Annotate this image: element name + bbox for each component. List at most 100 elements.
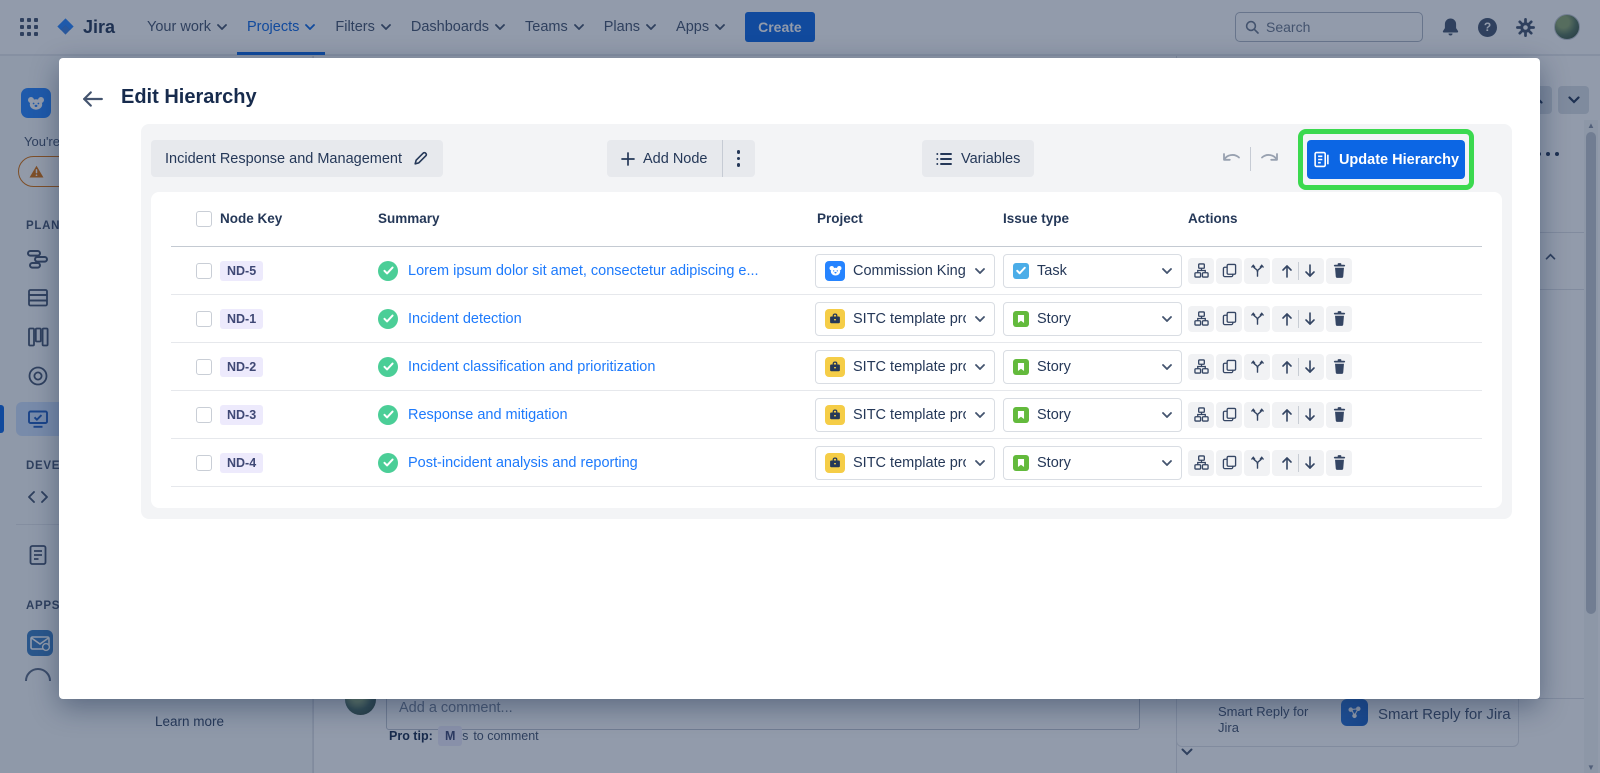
table-body: ND-5 Lorem ipsum dolor sit amet, consect… <box>151 247 1502 487</box>
issue-type-select-value: Story <box>1037 359 1071 375</box>
chevron-down-icon <box>1162 364 1172 370</box>
chevron-down-icon <box>1162 316 1172 322</box>
issue-type-select[interactable]: Story <box>1003 398 1182 432</box>
undo-redo-group <box>1213 140 1288 177</box>
duplicate-node-button[interactable] <box>1216 354 1242 380</box>
summary-link[interactable]: Lorem ipsum dolor sit amet, consectetur … <box>408 263 759 279</box>
delete-node-button[interactable] <box>1326 354 1352 380</box>
edit-hierarchy-modal: Edit Hierarchy Incident Response and Man… <box>59 58 1540 699</box>
issue-type-select-value: Story <box>1037 311 1071 327</box>
summary-link[interactable]: Post-incident analysis and reporting <box>408 455 638 471</box>
split-node-button[interactable] <box>1244 258 1270 284</box>
move-node-buttons[interactable] <box>1272 306 1324 332</box>
redo-button[interactable] <box>1251 150 1288 168</box>
row-actions <box>1188 402 1352 428</box>
back-button[interactable] <box>81 88 105 112</box>
hierarchy-name-chip[interactable]: Incident Response and Management <box>151 140 443 177</box>
row-actions <box>1188 354 1352 380</box>
col-project: Project <box>817 211 863 226</box>
update-hierarchy-button[interactable]: Update Hierarchy <box>1307 140 1465 179</box>
copy-icon <box>1222 455 1237 470</box>
chevron-down-icon <box>1162 412 1172 418</box>
arrow-down-icon[interactable] <box>1303 456 1317 470</box>
split-node-button[interactable] <box>1244 354 1270 380</box>
arrow-up-icon[interactable] <box>1280 360 1294 374</box>
arrow-down-icon[interactable] <box>1303 408 1317 422</box>
status-done-icon <box>378 261 398 281</box>
split-node-button[interactable] <box>1244 450 1270 476</box>
delete-node-button[interactable] <box>1326 258 1352 284</box>
arrow-down-icon[interactable] <box>1303 264 1317 278</box>
project-select[interactable]: SITC template proje <box>815 302 995 336</box>
move-node-buttons[interactable] <box>1272 258 1324 284</box>
duplicate-node-button[interactable] <box>1216 306 1242 332</box>
chevron-down-icon <box>975 460 985 466</box>
add-child-node-button[interactable] <box>1188 450 1214 476</box>
issue-type-select[interactable]: Story <box>1003 446 1182 480</box>
duplicate-node-button[interactable] <box>1216 450 1242 476</box>
arrow-down-icon[interactable] <box>1303 360 1317 374</box>
trash-icon <box>1333 407 1346 422</box>
split-node-button[interactable] <box>1244 402 1270 428</box>
action-divider <box>1298 454 1299 472</box>
table-row: ND-3 Response and mitigation SITC templa… <box>171 391 1482 439</box>
row-checkbox[interactable] <box>196 359 212 375</box>
chevron-down-icon <box>975 268 985 274</box>
add-child-node-button[interactable] <box>1188 402 1214 428</box>
summary-link[interactable]: Incident detection <box>408 311 522 327</box>
add-child-node-button[interactable] <box>1188 258 1214 284</box>
project-avatar <box>825 261 845 281</box>
arrow-up-icon[interactable] <box>1280 264 1294 278</box>
duplicate-node-button[interactable] <box>1216 402 1242 428</box>
move-node-buttons[interactable] <box>1272 450 1324 476</box>
delete-node-button[interactable] <box>1326 450 1352 476</box>
issue-type-select[interactable]: Story <box>1003 350 1182 384</box>
move-node-buttons[interactable] <box>1272 402 1324 428</box>
col-issue-type: Issue type <box>1003 211 1069 226</box>
issue-type-icon <box>1013 263 1029 279</box>
project-select-value: SITC template proje <box>853 311 966 327</box>
project-select-value: Commission Kings <box>853 263 966 279</box>
move-node-buttons[interactable] <box>1272 354 1324 380</box>
issue-type-icon <box>1013 311 1029 327</box>
split-node-button[interactable] <box>1244 306 1270 332</box>
col-actions: Actions <box>1188 211 1238 226</box>
variables-button[interactable]: Variables <box>922 140 1034 177</box>
row-checkbox[interactable] <box>196 407 212 423</box>
select-all-checkbox[interactable] <box>196 211 212 227</box>
undo-button[interactable] <box>1213 150 1250 168</box>
project-select[interactable]: Commission Kings <box>815 254 995 288</box>
project-select[interactable]: SITC template proje <box>815 446 995 480</box>
trash-icon <box>1333 263 1346 278</box>
add-child-node-button[interactable] <box>1188 354 1214 380</box>
arrow-up-icon[interactable] <box>1280 456 1294 470</box>
hierarchy-icon <box>1194 455 1209 470</box>
summary-link[interactable]: Incident classification and prioritizati… <box>408 359 655 375</box>
trash-icon <box>1333 455 1346 470</box>
issue-type-select[interactable]: Story <box>1003 302 1182 336</box>
hierarchy-icon <box>1194 407 1209 422</box>
delete-node-button[interactable] <box>1326 402 1352 428</box>
issue-type-select-value: Story <box>1037 407 1071 423</box>
trash-icon <box>1333 359 1346 374</box>
add-node-button[interactable]: Add Node <box>607 140 722 177</box>
action-divider <box>1298 310 1299 328</box>
row-checkbox[interactable] <box>196 455 212 471</box>
arrow-down-icon[interactable] <box>1303 312 1317 326</box>
branch-icon <box>1250 455 1265 470</box>
edit-pencil-icon[interactable] <box>412 150 429 167</box>
arrow-up-icon[interactable] <box>1280 312 1294 326</box>
delete-node-button[interactable] <box>1326 306 1352 332</box>
project-select[interactable]: SITC template proje <box>815 398 995 432</box>
row-checkbox[interactable] <box>196 263 212 279</box>
copy-icon <box>1222 407 1237 422</box>
add-node-more-button[interactable] <box>723 140 755 177</box>
project-select[interactable]: SITC template proje <box>815 350 995 384</box>
row-checkbox[interactable] <box>196 311 212 327</box>
project-avatar <box>825 453 845 473</box>
arrow-up-icon[interactable] <box>1280 408 1294 422</box>
duplicate-node-button[interactable] <box>1216 258 1242 284</box>
issue-type-select[interactable]: Task <box>1003 254 1182 288</box>
add-child-node-button[interactable] <box>1188 306 1214 332</box>
summary-link[interactable]: Response and mitigation <box>408 407 568 423</box>
